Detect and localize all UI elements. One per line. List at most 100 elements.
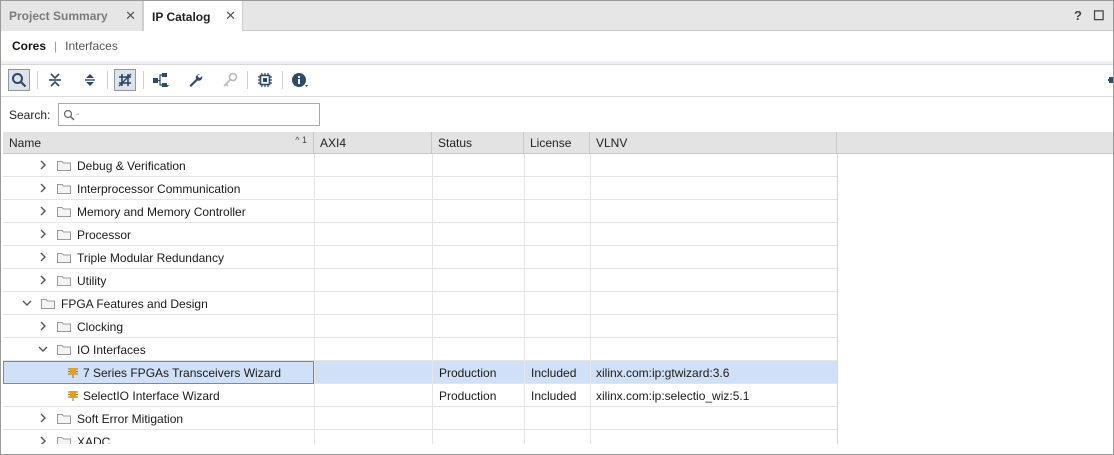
search-icon xyxy=(63,109,75,120)
row-name: Soft Error Mitigation xyxy=(77,411,184,426)
chevron-right-icon[interactable] xyxy=(37,435,49,444)
wrench-icon xyxy=(189,74,203,87)
column-header-name[interactable]: Name ^ 1 xyxy=(3,132,314,154)
column-divider xyxy=(314,430,315,444)
column-divider xyxy=(590,200,591,223)
subtab-interfaces[interactable]: Interfaces xyxy=(65,39,118,53)
key-icon xyxy=(223,72,238,87)
filter-icon xyxy=(118,73,132,87)
settings-icon[interactable] xyxy=(1105,69,1113,91)
toolbar-separator xyxy=(143,71,144,89)
chevron-right-icon[interactable] xyxy=(37,320,49,332)
column-divider xyxy=(432,246,433,269)
column-header-vlnv[interactable]: VLNV xyxy=(590,132,837,154)
column-divider xyxy=(590,361,591,384)
filter-button[interactable] xyxy=(114,69,136,91)
row-name: Debug & Verification xyxy=(77,158,186,173)
column-divider xyxy=(590,269,591,292)
column-divider xyxy=(524,315,525,338)
row-vlnv: xilinx.com:ip:selectio_wiz:5.1 xyxy=(596,388,750,403)
chevron-right-icon[interactable] xyxy=(37,182,49,194)
column-divider xyxy=(314,246,315,269)
table-row[interactable]: Memory and Memory Controller xyxy=(3,200,837,223)
table-row[interactable]: Triple Modular Redundancy xyxy=(3,246,837,269)
table-row[interactable]: XADC xyxy=(3,430,837,444)
license-button[interactable] xyxy=(219,69,241,91)
restore-icon[interactable]: ☐ xyxy=(1093,8,1105,24)
table-row[interactable]: Utility xyxy=(3,269,837,292)
chevron-right-icon[interactable] xyxy=(37,251,49,263)
folder-icon xyxy=(57,322,71,332)
help-icon[interactable]: ? xyxy=(1074,8,1082,23)
details-button[interactable] xyxy=(289,69,311,91)
sort-ascending-icon: ^ 1 xyxy=(295,135,307,145)
column-divider xyxy=(590,384,591,407)
column-divider xyxy=(432,430,433,444)
tab-ip-catalog[interactable]: IP Catalog ✕ xyxy=(143,1,243,32)
chevron-right-icon[interactable] xyxy=(37,159,49,171)
ip-core-icon xyxy=(68,391,78,401)
column-divider xyxy=(524,407,525,430)
collapse-all-icon xyxy=(49,73,61,87)
table-row[interactable]: Clocking xyxy=(3,315,837,338)
chip-icon xyxy=(258,73,272,87)
search-dropdown-indicator: - xyxy=(76,109,80,120)
close-icon[interactable]: ✕ xyxy=(225,9,236,23)
table-row[interactable]: IO Interfaces xyxy=(3,338,837,361)
group-by-button[interactable] xyxy=(150,69,172,91)
table-row[interactable]: Debug & Verification xyxy=(3,154,837,177)
column-divider xyxy=(314,338,315,361)
column-divider xyxy=(314,154,315,177)
row-name: Processor xyxy=(77,227,132,242)
column-divider xyxy=(590,223,591,246)
table-header: Name ^ 1 AXI4 Status License VLNV xyxy=(3,132,1113,154)
chevron-right-icon[interactable] xyxy=(37,412,49,424)
chevron-down-icon[interactable] xyxy=(21,297,33,309)
ip-settings-button[interactable] xyxy=(254,69,276,91)
column-header-axi4[interactable]: AXI4 xyxy=(314,132,432,154)
close-icon[interactable]: ✕ xyxy=(125,9,136,23)
folder-icon xyxy=(57,207,71,217)
customize-ip-button[interactable] xyxy=(184,69,206,91)
chevron-right-icon[interactable] xyxy=(37,205,49,217)
row-status: Production xyxy=(439,365,497,380)
column-header-license[interactable]: License xyxy=(524,132,590,154)
table-row[interactable]: 7 Series FPGAs Transceivers Wizard Produc… xyxy=(3,361,837,384)
chevron-right-icon[interactable] xyxy=(37,228,49,240)
info-icon xyxy=(292,73,308,87)
ip-catalog-window: Project Summary ✕ IP Catalog ✕ ? ☐ Cores… xyxy=(0,0,1114,455)
expand-all-button[interactable] xyxy=(79,69,101,91)
table-row[interactable]: SelectIO Interface Wizard Production Inclu… xyxy=(3,384,837,407)
column-divider xyxy=(432,223,433,246)
search-input[interactable] xyxy=(81,107,312,122)
chevron-right-icon[interactable] xyxy=(37,274,49,286)
ip-core-icon xyxy=(68,368,78,378)
column-divider xyxy=(314,223,315,246)
column-divider xyxy=(590,407,591,430)
column-divider xyxy=(524,430,525,444)
folder-icon xyxy=(57,437,71,444)
column-divider xyxy=(590,154,591,177)
collapse-all-button[interactable] xyxy=(44,69,66,91)
column-divider xyxy=(432,292,433,315)
column-header-status[interactable]: Status xyxy=(432,132,524,154)
column-divider xyxy=(590,338,591,361)
table-row[interactable]: Soft Error Mitigation xyxy=(3,407,837,430)
column-divider xyxy=(524,338,525,361)
search-field[interactable]: - xyxy=(58,103,320,126)
row-name: IO Interfaces xyxy=(77,342,146,357)
tab-project-summary[interactable]: Project Summary ✕ xyxy=(1,1,143,31)
row-name: Utility xyxy=(77,273,107,288)
chevron-down-icon[interactable] xyxy=(37,343,49,355)
column-divider xyxy=(314,384,315,407)
table-row[interactable]: Processor xyxy=(3,223,837,246)
row-name: Memory and Memory Controller xyxy=(77,204,246,219)
table-row[interactable]: Interprocessor Communication xyxy=(3,177,837,200)
column-divider xyxy=(524,177,525,200)
table-row[interactable]: FPGA Features and Design xyxy=(3,292,837,315)
column-divider xyxy=(524,200,525,223)
subtab-cores[interactable]: Cores xyxy=(12,39,46,53)
search-toggle-button[interactable] xyxy=(8,69,30,91)
row-vlnv: xilinx.com:ip:gtwizard:3.6 xyxy=(596,365,730,380)
subtab-bar: Cores | Interfaces xyxy=(1,31,1113,61)
